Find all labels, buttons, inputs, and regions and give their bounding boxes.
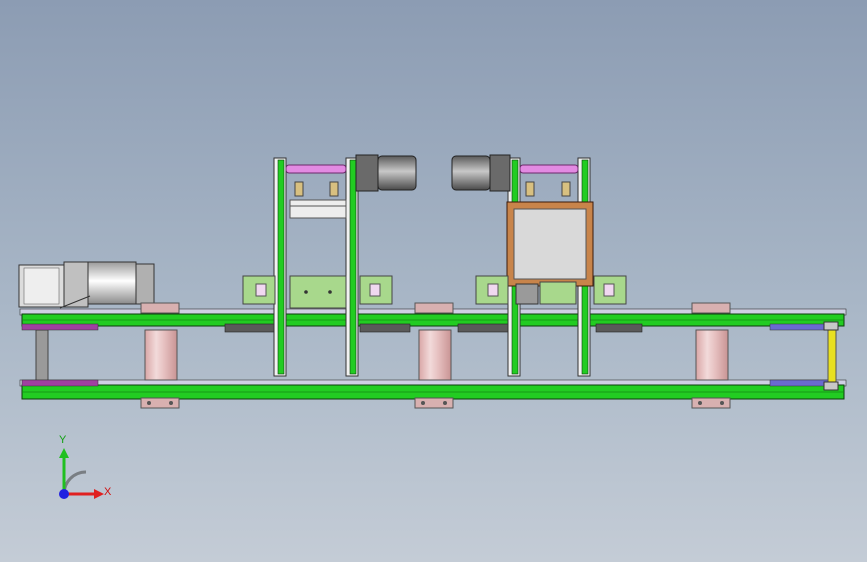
z-axis-dot (59, 489, 69, 499)
left-drive-motor[interactable] (355, 154, 417, 192)
left-gear-motor[interactable] (18, 261, 155, 309)
triad-axes (59, 448, 104, 499)
right-drive-motor[interactable] (451, 154, 511, 192)
left-top-shaft (285, 164, 347, 174)
left-lift-frame[interactable] (273, 157, 359, 377)
right-end-plate-upper (769, 323, 829, 331)
right-end-plate-lower (769, 379, 829, 387)
y-axis-label: Y (59, 434, 67, 446)
right-top-shaft (519, 164, 579, 174)
lower-rail (19, 379, 847, 400)
left-end-plate-lower (21, 379, 99, 387)
left-vertical-shaft (35, 329, 49, 383)
x-axis-label: X (104, 486, 112, 498)
left-end-plate-upper (21, 323, 99, 331)
conveyor-assembly-model[interactable] (0, 0, 867, 562)
cad-viewport[interactable]: Y X (0, 0, 867, 562)
coordinate-triad[interactable]: Y X (50, 434, 120, 510)
